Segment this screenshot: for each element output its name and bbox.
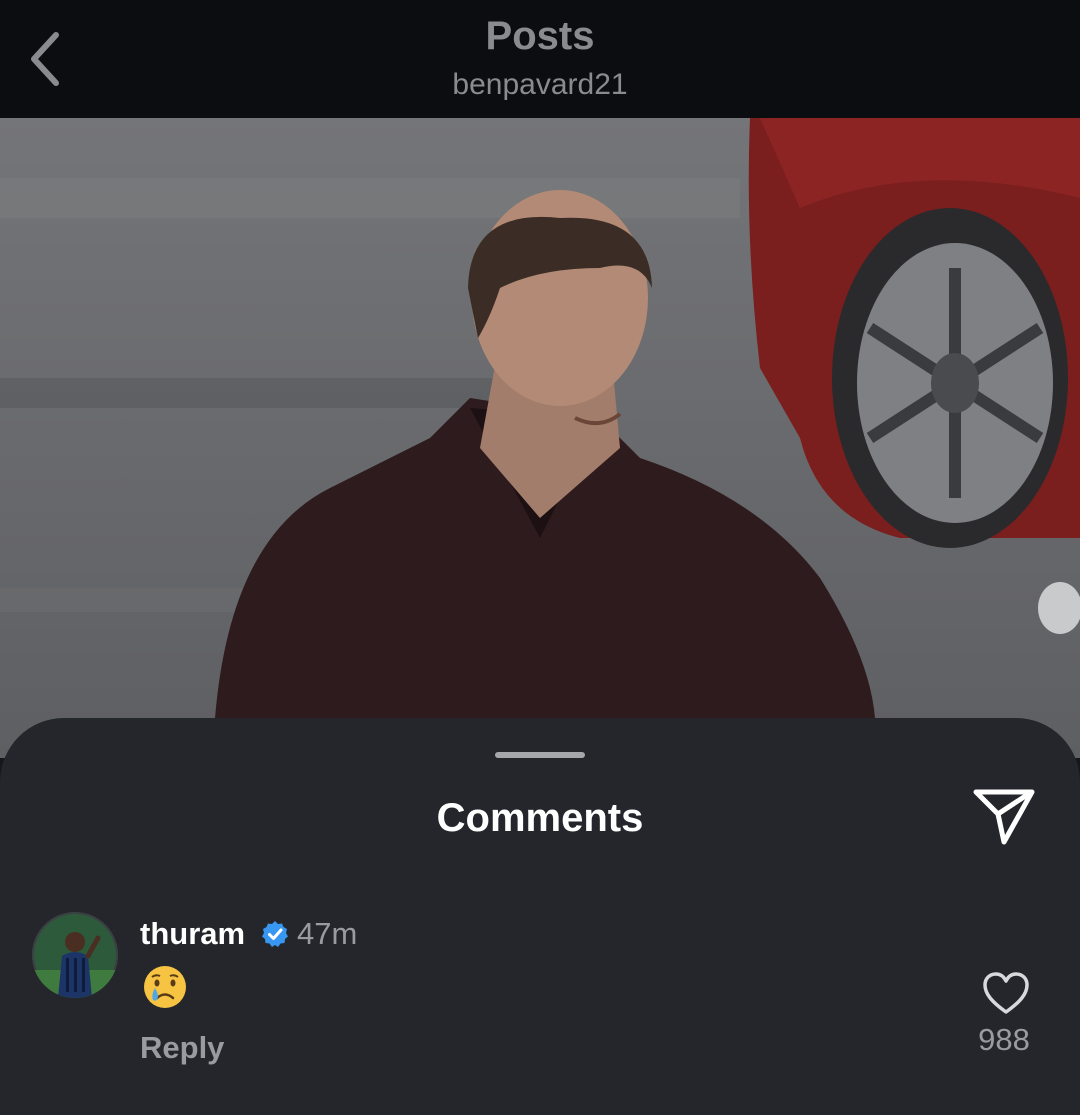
avatar[interactable] [32,912,118,998]
comments-sheet: Comments thuram 47m Reply 988 [0,718,1080,1115]
page-title: Posts [485,14,595,58]
comment-item: thuram 47m Reply 988 [0,908,1080,1098]
post-photo[interactable] [0,118,1080,758]
reply-button[interactable]: Reply [140,1030,224,1066]
paper-plane-icon [973,789,1035,845]
account-username[interactable]: benpavard21 [0,68,1080,102]
verified-badge-icon [262,921,288,947]
comment-username[interactable]: thuram [140,916,245,952]
heart-icon [983,972,1029,1014]
sheet-grabber-handle[interactable] [495,752,585,758]
comment-timestamp: 47m [297,916,358,951]
like-count: 988 [978,1022,1030,1057]
comments-title: Comments [436,796,644,840]
share-button[interactable] [970,784,1038,848]
like-button[interactable] [982,972,1030,1016]
crying-face-emoji [144,966,186,1008]
top-nav-bar: Posts benpavard21 [0,0,1080,118]
